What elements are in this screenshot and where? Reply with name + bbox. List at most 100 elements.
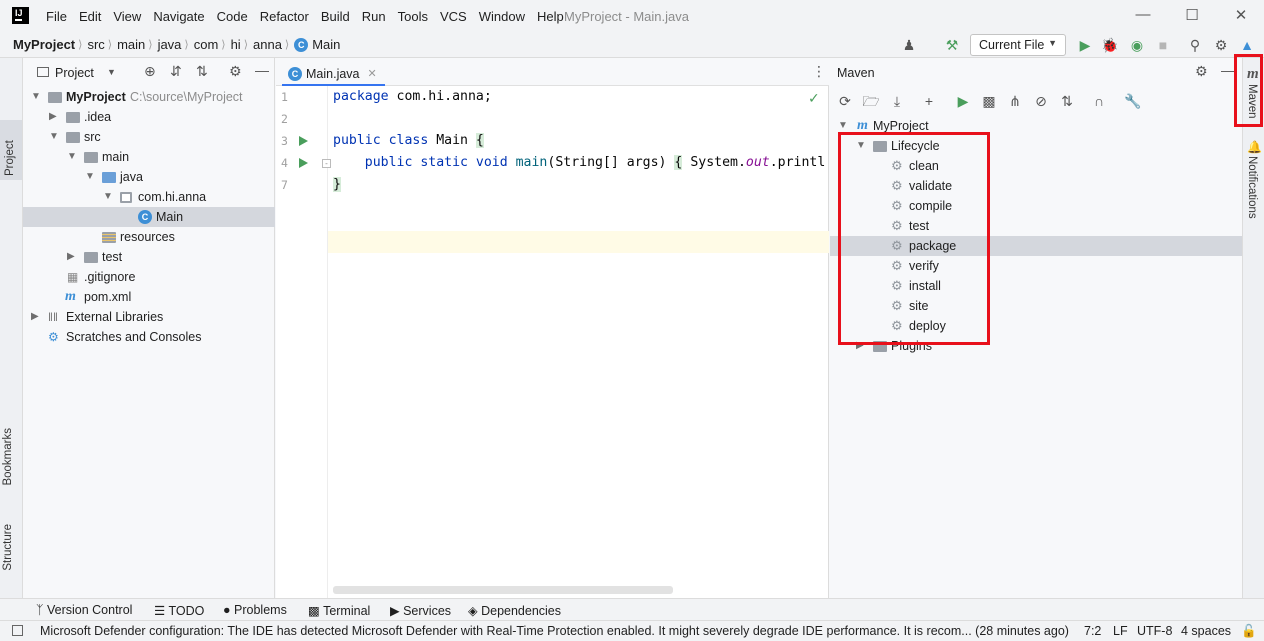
crumb-main-class[interactable]: Main [312, 37, 340, 52]
menu-navigate[interactable]: Navigate [153, 9, 204, 24]
crumb-src[interactable]: src [87, 37, 104, 52]
jetbrains-toolbox-icon[interactable]: ▲ [1238, 36, 1256, 54]
intellij-logo-icon[interactable]: IJ [12, 7, 29, 24]
tab-notifications[interactable]: Notifications [1246, 156, 1258, 219]
crumb-hi[interactable]: hi [231, 37, 241, 52]
tree-item-gitignore[interactable]: ▦ .gitignore [23, 267, 275, 287]
debug-icon[interactable]: 🐞 [1101, 36, 1119, 54]
horizontal-scrollbar[interactable] [333, 586, 673, 594]
tree-item-java[interactable]: ▼ java [23, 167, 275, 187]
skip-tests-icon[interactable]: ⊘ [1032, 92, 1050, 110]
crumb-project[interactable]: MyProject [13, 37, 75, 52]
menu-view[interactable]: View [113, 9, 141, 24]
code-line-3[interactable]: public class Main { [333, 133, 484, 148]
tree-item-external-libraries[interactable]: ▶ ‖‖ External Libraries [23, 307, 275, 327]
menu-tools[interactable]: Tools [398, 9, 428, 24]
tree-item-main[interactable]: ▼ main [23, 147, 275, 167]
tree-label: .gitignore [84, 270, 136, 284]
gear-icon[interactable]: ⚙ [1212, 36, 1230, 54]
crumb-main[interactable]: main [117, 37, 145, 52]
menu-window[interactable]: Window [479, 9, 525, 24]
minimize-button[interactable]: — [1128, 6, 1158, 26]
code-line-1[interactable]: package com.hi.anna; [333, 89, 492, 104]
indent-setting[interactable]: 4 spaces [1181, 624, 1231, 638]
download-icon[interactable]: ⤓ [888, 92, 906, 110]
hammer-icon[interactable]: ⚒ [943, 36, 961, 54]
toggle-tool-windows-icon[interactable] [12, 625, 23, 636]
menu-build[interactable]: Build [321, 9, 350, 24]
editor-tab-bar: C Main.java ✕ ⋮ [276, 58, 829, 86]
dependency-analyzer-icon[interactable]: ∩ [1090, 92, 1108, 110]
collapse-all-icon[interactable]: ⇅ [1058, 92, 1076, 110]
tree-item-scratches[interactable]: ⚙ Scratches and Consoles [23, 327, 275, 347]
hide-icon[interactable]: — [255, 62, 269, 78]
status-message[interactable]: Microsoft Defender configuration: The ID… [40, 624, 1069, 638]
menu-vcs[interactable]: VCS [440, 9, 467, 24]
close-window-button[interactable]: ✕ [1226, 6, 1256, 26]
lock-icon[interactable]: 🔓 [1241, 624, 1257, 639]
menu-run[interactable]: Run [362, 9, 386, 24]
file-encoding[interactable]: UTF-8 [1137, 624, 1172, 638]
tab-todo[interactable]: ☰ TODO [154, 603, 204, 618]
run-icon[interactable]: ▶ [954, 92, 972, 110]
code-line-4[interactable]: public static void main(String[] args) {… [333, 155, 825, 170]
menu-refactor[interactable]: Refactor [260, 9, 309, 24]
tab-dependencies[interactable]: ◈ Dependencies [468, 603, 561, 618]
tab-version-control[interactable]: ᛉ Version Control [36, 603, 132, 617]
tree-item-idea[interactable]: ▶ .idea [23, 107, 275, 127]
close-icon[interactable]: ✕ [368, 67, 377, 80]
add-folder-icon[interactable]: 🗁 [862, 92, 880, 110]
expand-all-icon[interactable]: ⇵ [170, 63, 182, 80]
add-icon[interactable]: + [920, 92, 938, 110]
tab-problems[interactable]: ● Problems [223, 603, 287, 617]
tree-item-pom[interactable]: m pom.xml [23, 287, 275, 307]
user-icon[interactable]: ♟ [900, 36, 918, 54]
run-gutter-icon[interactable] [299, 158, 308, 168]
editor-panel: C Main.java ✕ ⋮ 1 2 3 4 7 - package com.… [276, 58, 829, 598]
tree-item-myproject[interactable]: ▼ MyProject C:\source\MyProject [23, 87, 275, 107]
chevron-down-icon[interactable]: ▼ [107, 67, 116, 77]
gear-icon[interactable]: ⚙ [229, 63, 242, 80]
caret-position[interactable]: 7:2 [1084, 624, 1101, 638]
maximize-button[interactable]: ☐ [1177, 6, 1207, 26]
crumb-com[interactable]: com [194, 37, 219, 52]
chevron-down-icon: ▼ [85, 171, 95, 182]
tree-item-resources[interactable]: resources [23, 227, 275, 247]
execute-goal-icon[interactable]: ▩ [980, 92, 998, 110]
tree-item-main-class[interactable]: C Main [23, 207, 275, 227]
project-view-select[interactable]: Project [55, 66, 94, 80]
tree-item-src[interactable]: ▼ src [23, 127, 275, 147]
tab-terminal[interactable]: ▩ Terminal [308, 603, 370, 618]
tree-item-test[interactable]: ▶ test [23, 247, 275, 267]
tab-structure[interactable]: Structure [2, 524, 14, 571]
reload-icon[interactable]: ⟳ [836, 92, 854, 110]
crumb-java[interactable]: java [158, 37, 182, 52]
bell-icon[interactable]: 🔔 [1247, 140, 1262, 154]
run-config-select[interactable]: Current File ▼ [970, 34, 1066, 56]
search-icon[interactable]: ⚲ [1186, 36, 1204, 54]
gear-icon[interactable]: ⚙ [1195, 63, 1208, 80]
toggle-offline-icon[interactable]: ⋔ [1006, 92, 1024, 110]
menu-file[interactable]: File [46, 9, 67, 24]
menu-edit[interactable]: Edit [79, 9, 101, 24]
tab-project[interactable]: Project [0, 120, 22, 180]
line-separator[interactable]: LF [1113, 624, 1128, 638]
menu-help[interactable]: Help [537, 9, 564, 24]
locate-icon[interactable]: ⊕ [144, 63, 156, 80]
fold-icon[interactable]: - [322, 159, 331, 168]
menu-code[interactable]: Code [217, 9, 248, 24]
run-icon[interactable]: ▶ [1076, 36, 1094, 54]
hide-icon[interactable]: — [1221, 62, 1235, 78]
stop-icon[interactable]: ■ [1154, 36, 1172, 54]
run-gutter-icon[interactable] [299, 136, 308, 146]
tab-main-java[interactable]: C Main.java ✕ [282, 58, 385, 86]
crumb-anna[interactable]: anna [253, 37, 282, 52]
tab-bookmarks[interactable]: Bookmarks [2, 428, 14, 486]
coverage-icon[interactable]: ◉ [1128, 36, 1146, 54]
tab-services[interactable]: ▶ Services [390, 603, 451, 618]
code-line-7[interactable]: } [333, 177, 341, 192]
tree-item-package[interactable]: ▼ com.hi.anna [23, 187, 275, 207]
more-icon[interactable]: ⋮ [812, 63, 826, 80]
collapse-all-icon[interactable]: ⇅ [196, 63, 208, 80]
wrench-icon[interactable]: 🔧 [1124, 92, 1142, 110]
